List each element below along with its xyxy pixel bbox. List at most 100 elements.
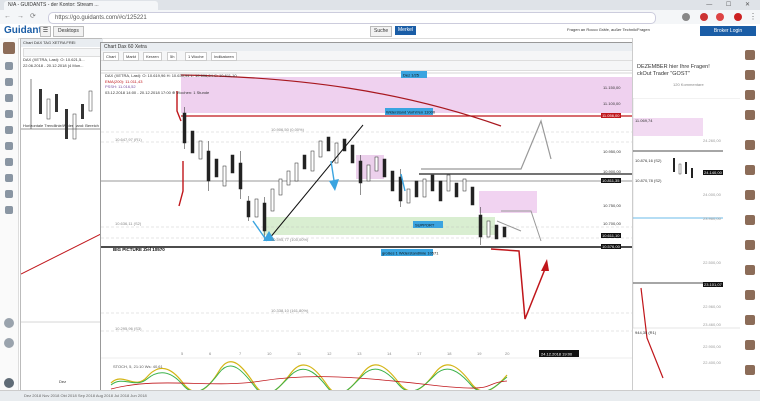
avatar[interactable] <box>745 190 755 200</box>
avatar[interactable] <box>745 290 755 300</box>
extension-icon[interactable] <box>700 13 708 21</box>
svg-text:10.595,77 (100,00%): 10.595,77 (100,00%) <box>271 237 309 242</box>
forward-icon[interactable]: → <box>17 13 30 20</box>
range-button[interactable]: 1 Woche <box>185 52 207 61</box>
help-icon[interactable] <box>4 338 14 348</box>
svg-text:18: 18 <box>447 351 452 356</box>
svg-text:13: 13 <box>357 351 362 356</box>
user-avatar[interactable] <box>3 42 15 54</box>
dez-box-label: Dez 1/25 <box>403 73 420 78</box>
profile-icon[interactable] <box>734 13 742 21</box>
svg-text:10.647,97 (R1): 10.647,97 (R1) <box>115 137 142 142</box>
panel-title: Fragen an Rocco Gräfe, außer Technik/Fra… <box>567 27 650 32</box>
interval-button[interactable]: 5h <box>167 52 178 61</box>
avatar[interactable] <box>745 165 755 175</box>
list-icon[interactable] <box>5 126 13 134</box>
avatar[interactable] <box>745 90 755 100</box>
background-chart-window[interactable]: Chart DAX TAG XETRA FREI DAX (XETRA, Las… <box>20 38 103 392</box>
back-icon[interactable]: ← <box>4 13 17 20</box>
panel-subheading: ckOut Trader "GOST" <box>637 71 690 77</box>
stoch-signal-line <box>110 365 508 391</box>
svg-text:10: 10 <box>267 351 272 356</box>
left-rail <box>0 38 19 400</box>
refresh-icon[interactable] <box>5 206 13 214</box>
chart-legend: DAX (XETRA, Last): O: 10.619,96 H: 10.63… <box>105 73 237 95</box>
avatar[interactable] <box>745 110 755 120</box>
resistance-zone <box>479 191 537 213</box>
mini-chart <box>633 98 741 379</box>
svg-text:12: 12 <box>327 351 332 356</box>
svg-text:10.295,96 (S3): 10.295,96 (S3) <box>115 326 142 331</box>
reload-icon[interactable]: ⟳ <box>30 13 42 20</box>
avatar[interactable] <box>745 70 755 80</box>
message-icon[interactable] <box>5 94 13 102</box>
chart-button[interactable]: Chart <box>103 52 119 61</box>
candles-button[interactable]: Kerzen <box>143 52 162 61</box>
svg-text:10.906,50 (0,00%): 10.906,50 (0,00%) <box>271 127 305 132</box>
app-header: Guidants ☰ Desktops Suche Merkel Fragen … <box>0 24 760 39</box>
resistance-zone <box>181 77 633 113</box>
background-chart <box>21 79 101 323</box>
url-field[interactable]: https://go.guidants.com/#c/125221 <box>48 12 656 24</box>
support-zone <box>263 217 495 235</box>
main-chart-window[interactable]: Chart Dax 60 Xetra Chart Markt Kerzen 5h… <box>100 42 636 392</box>
merkel-tab[interactable]: Merkel <box>395 26 417 35</box>
toolbar <box>23 48 101 57</box>
avatar[interactable] <box>745 265 755 275</box>
avatar[interactable] <box>745 340 755 350</box>
svg-text:11: 11 <box>297 351 302 356</box>
search-tab[interactable]: Suche <box>370 26 393 37</box>
avatar[interactable] <box>745 140 755 150</box>
avatar[interactable] <box>745 50 755 60</box>
legend-line: 22.06.2018 - 20.12.2018 (4 Mon... <box>23 63 84 68</box>
big-picture-label: BIG PICTURE Ziel 10570 <box>113 247 165 252</box>
menu-icon[interactable]: ☰ <box>40 26 51 37</box>
price-chart[interactable]: Dez 1/25 Widerstand Vorhl?en 11000 10.90… <box>101 71 633 391</box>
date-box: 24.12.2018 19:00 <box>541 352 573 357</box>
toolbar-row: Chart Markt Kerzen 5h 1 Woche Indikatore… <box>101 51 633 61</box>
nav-buttons[interactable]: ←→⟳ <box>4 12 42 20</box>
drawing-toolbar <box>101 61 633 71</box>
svg-text:20: 20 <box>505 351 510 356</box>
pulse-icon[interactable] <box>5 142 13 150</box>
browser-tab[interactable]: N/A - GUIDANTS - der Kontor: Stream ... <box>4 1 158 10</box>
window-title: Chart DAX TAG XETRA FREI <box>21 39 103 47</box>
comment-count: 120 Kommentare <box>673 82 704 87</box>
indicators-button[interactable]: Indikatoren <box>211 52 237 61</box>
menu-icon[interactable]: ⋮ <box>749 12 757 21</box>
address-bar-row: ←→⟳ https://go.guidants.com/#c/125221 ⋮ <box>0 10 760 25</box>
legend-line: DAX (XETRA, Last): O: 10.621,5... <box>23 57 85 62</box>
desktops-button[interactable]: Desktops <box>53 26 84 37</box>
gear-icon[interactable] <box>5 190 13 198</box>
desktop-icon[interactable] <box>5 78 13 86</box>
svg-text:19: 19 <box>477 351 482 356</box>
flag-icon[interactable] <box>5 174 13 182</box>
svg-text:6: 6 <box>209 351 212 356</box>
avatar[interactable] <box>745 215 755 225</box>
support-zone-label: großes 1 Widerstandlinie 10571 <box>382 251 439 256</box>
avatar[interactable] <box>745 365 755 375</box>
support-label: SUPPORT <box>415 223 435 228</box>
eye-icon[interactable] <box>5 110 13 118</box>
market-button[interactable]: Markt <box>123 52 139 61</box>
avatar[interactable] <box>745 315 755 325</box>
svg-text:10.338,10 (161,80%): 10.338,10 (161,80%) <box>271 308 309 313</box>
chart-icon[interactable] <box>5 62 13 70</box>
stoch-label: STOCH, 5, 21:10 Ws: 40,61 <box>113 364 164 369</box>
star-icon[interactable] <box>5 158 13 166</box>
svg-text:10.636,11 (S2): 10.636,11 (S2) <box>115 221 142 226</box>
avatar[interactable] <box>745 240 755 250</box>
right-panel[interactable]: DEZEMBER hier Ihre Fragen! ckOut Trader … <box>632 38 741 390</box>
window-controls[interactable]: — ☐ ✕ <box>706 1 756 8</box>
settings-icon[interactable] <box>4 318 14 328</box>
broker-login-button[interactable]: Broker Login <box>700 26 756 36</box>
svg-text:14: 14 <box>387 351 392 356</box>
panel-heading: DEZEMBER hier Ihre Fragen! <box>637 64 710 70</box>
extension-icon[interactable] <box>716 13 724 21</box>
x-axis-label: Dez <box>59 379 67 384</box>
window-title: Chart Dax 60 Xetra <box>101 43 636 51</box>
resistance-label: Widerstand Vorhl?en 11000 <box>386 110 436 115</box>
bottom-time-bar: Dez 2018 Nov 2018 Okt 2018 Sep 2018 Aug … <box>0 390 760 401</box>
power-icon[interactable] <box>4 378 14 388</box>
star-icon[interactable] <box>682 13 690 21</box>
